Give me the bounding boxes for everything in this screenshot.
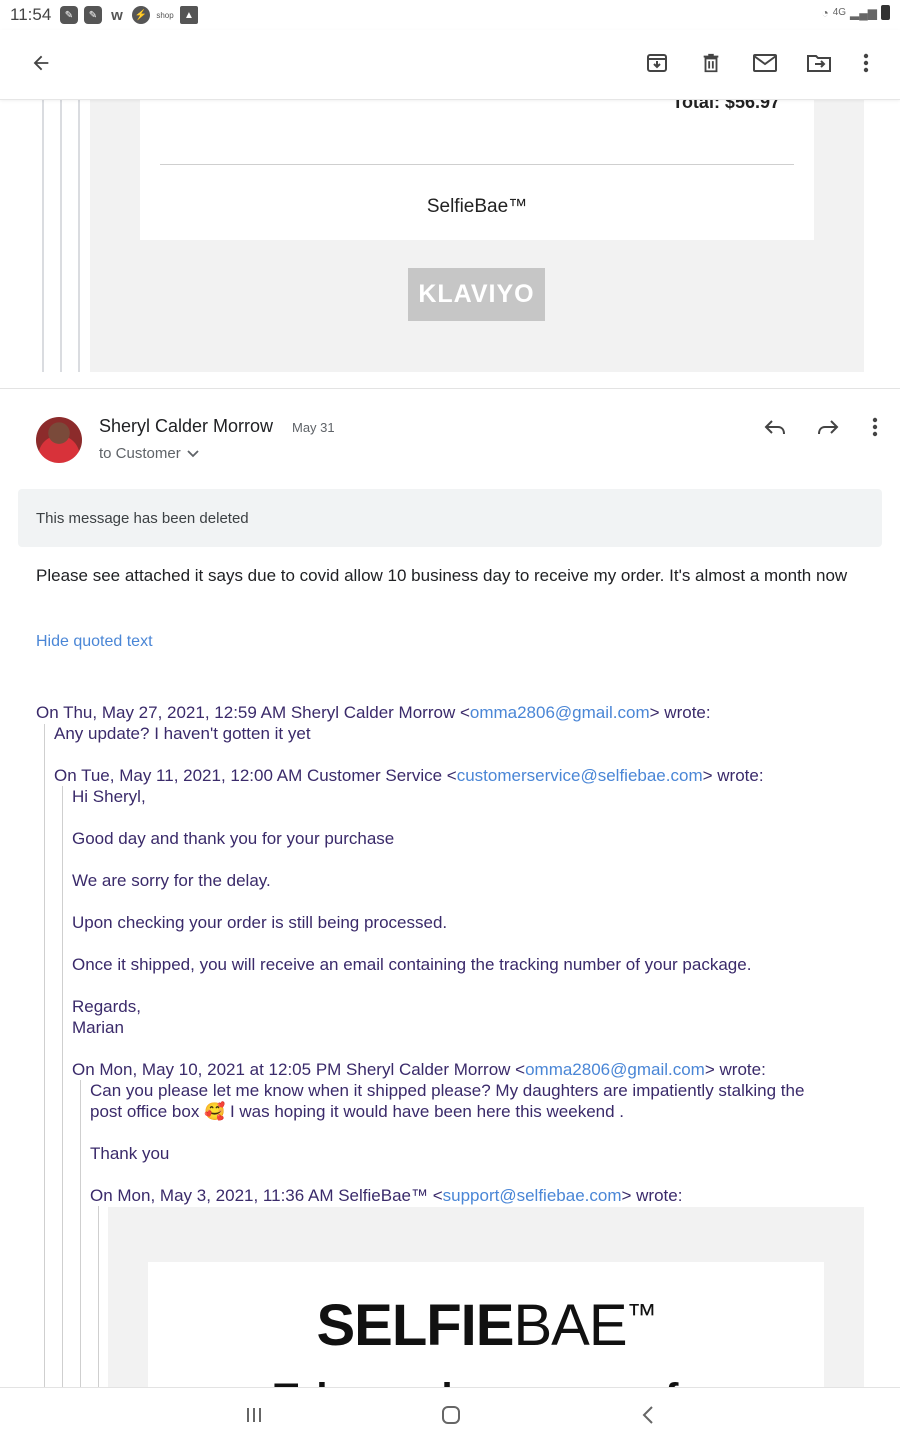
embedded-email-card: SELFIEBAE™ Thank you for your order! bbox=[148, 1262, 824, 1387]
card-separator bbox=[160, 164, 794, 165]
quote-line bbox=[62, 786, 63, 1387]
message-divider bbox=[0, 388, 900, 389]
archive-icon[interactable] bbox=[642, 48, 672, 78]
mail-icon[interactable] bbox=[750, 48, 780, 78]
status-bar: 11:54 ✎ ✎ w ⚡ shop ▲ ◔ 4G ▂▄▆ bbox=[0, 0, 900, 30]
forward-icon[interactable] bbox=[815, 414, 841, 440]
email-link[interactable]: customerservice@selfiebae.com bbox=[457, 766, 703, 785]
hide-quoted-link[interactable]: Hide quoted text bbox=[36, 633, 153, 651]
quote-header: On Thu, May 27, 2021, 12:59 AM Sheryl Ca… bbox=[36, 703, 711, 722]
message-more-icon[interactable] bbox=[862, 414, 888, 440]
quote-text: Any update? I haven't gotten it yet bbox=[54, 724, 311, 743]
selfiebae-logo: SELFIEBAE™ bbox=[316, 1293, 656, 1358]
email-link[interactable]: omma2806@gmail.com bbox=[470, 703, 650, 722]
network-label: 4G bbox=[832, 7, 847, 18]
quote-text: Marian bbox=[72, 1018, 124, 1037]
quote-text: We are sorry for the delay. bbox=[72, 871, 271, 890]
back-arrow-icon[interactable] bbox=[26, 48, 56, 78]
quote-text: Regards, bbox=[72, 997, 141, 1016]
previous-email-card: Total: $56.97 SelfieBae™ KLAVIYO bbox=[0, 100, 900, 390]
quote-line bbox=[44, 724, 45, 1387]
quote-text: Can you please let me know when it shipp… bbox=[90, 1081, 805, 1100]
app-notification-icon: ✎ bbox=[84, 6, 102, 24]
avatar[interactable] bbox=[36, 417, 82, 463]
thank-you-heading: Thank you for your order! bbox=[274, 1376, 824, 1387]
order-total: Total: $56.97 bbox=[672, 100, 780, 112]
email-link[interactable]: support@selfiebae.com bbox=[443, 1186, 622, 1205]
image-icon: ▲ bbox=[180, 6, 198, 24]
quote-line bbox=[60, 100, 62, 372]
klaviyo-badge[interactable]: KLAVIYO bbox=[408, 268, 545, 321]
signal-icon: ▂▄▆ bbox=[850, 5, 877, 20]
quote-line bbox=[78, 100, 80, 372]
w-notification-icon: w bbox=[111, 6, 123, 24]
home-icon[interactable] bbox=[438, 1402, 464, 1428]
quote-line bbox=[80, 1080, 81, 1387]
quote-line bbox=[42, 100, 44, 372]
quote-text: Hi Sheryl, bbox=[72, 787, 146, 806]
quote-header: On Mon, May 10, 2021 at 12:05 PM Sheryl … bbox=[72, 1060, 766, 1079]
back-icon[interactable] bbox=[635, 1402, 661, 1428]
sender-name[interactable]: Sheryl Calder Morrow bbox=[99, 416, 273, 437]
quote-header: On Tue, May 11, 2021, 12:00 AM Customer … bbox=[54, 766, 764, 785]
quote-text: Thank you bbox=[90, 1144, 170, 1163]
status-right: ◔ 4G ▂▄▆ bbox=[821, 5, 890, 20]
email-link[interactable]: omma2806@gmail.com bbox=[525, 1060, 705, 1079]
move-to-folder-icon[interactable] bbox=[804, 48, 834, 78]
brand-footer: SelfieBae™ bbox=[426, 196, 528, 217]
smiling-hearts-emoji-icon: 🥰 bbox=[204, 1102, 226, 1121]
order-card bbox=[140, 100, 814, 240]
shop-notification-icon: shop bbox=[156, 10, 174, 20]
battery-icon bbox=[881, 5, 890, 20]
reply-icon[interactable] bbox=[762, 414, 788, 440]
messenger-icon: ⚡ bbox=[132, 6, 150, 24]
deleted-notice: This message has been deleted bbox=[18, 489, 882, 547]
message-body: Please see attached it says due to covid… bbox=[36, 566, 848, 585]
wifi-icon: ◔ bbox=[821, 5, 829, 20]
trash-icon[interactable] bbox=[696, 48, 726, 78]
quote-text: Good day and thank you for your purchase bbox=[72, 829, 395, 848]
recents-icon[interactable] bbox=[241, 1402, 267, 1428]
app-notification-icon: ✎ bbox=[60, 6, 78, 24]
email-toolbar bbox=[0, 30, 900, 100]
quote-line bbox=[98, 1206, 99, 1387]
system-nav-bar bbox=[0, 1387, 900, 1440]
quote-text: post office box 🥰 I was hoping it would … bbox=[90, 1102, 625, 1121]
chevron-down-icon bbox=[187, 449, 199, 457]
recipient-label: to Customer bbox=[99, 445, 181, 462]
quote-text: Upon checking your order is still being … bbox=[72, 913, 448, 932]
quote-text: Once it shipped, you will receive an ema… bbox=[72, 955, 752, 974]
notification-icons: ✎ ✎ w ⚡ shop ▲ bbox=[60, 6, 198, 24]
more-vert-icon[interactable] bbox=[851, 48, 881, 78]
recipient-toggle[interactable]: to Customer bbox=[99, 445, 199, 462]
message-date: May 31 bbox=[292, 420, 335, 435]
quote-header: On Mon, May 3, 2021, 11:36 AM SelfieBae™… bbox=[90, 1186, 683, 1205]
status-time: 11:54 bbox=[10, 5, 52, 24]
